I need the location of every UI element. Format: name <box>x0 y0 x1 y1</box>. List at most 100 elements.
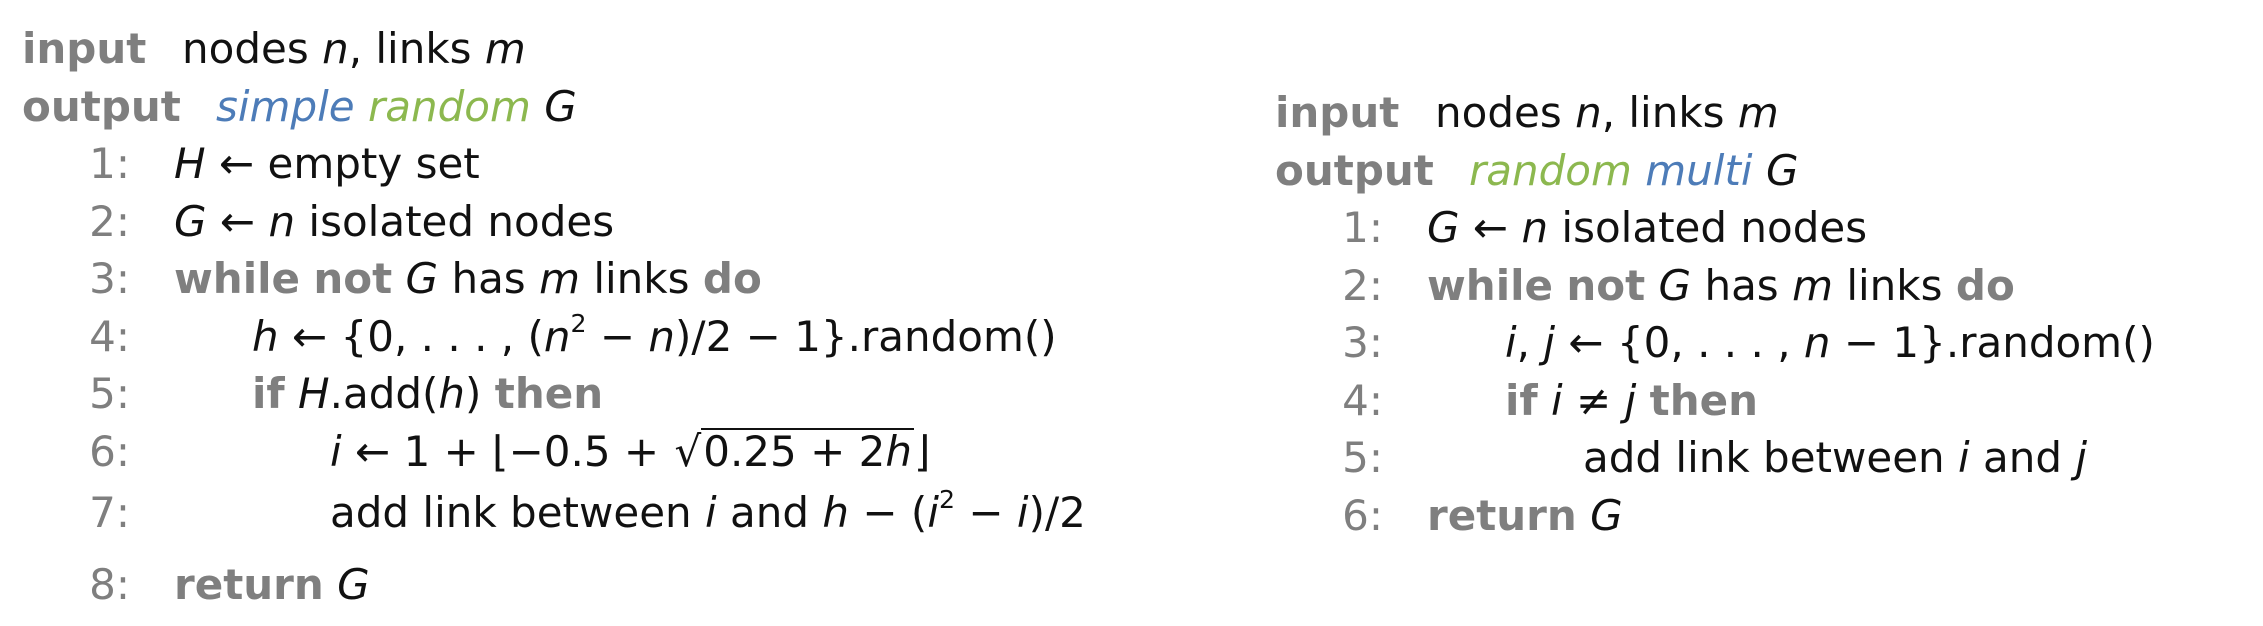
code-line: 1: G ← n isolated nodes <box>1275 199 1867 257</box>
code-text: G ← n isolated nodes <box>174 193 614 251</box>
input-keyword: input <box>1275 88 1400 137</box>
code-tail: )/2 <box>1028 488 1086 537</box>
code-text: i, j ← {0, . . . , n − 1}.random() <box>1505 314 2155 372</box>
line-number: 2: <box>1342 260 1383 310</box>
input-keyword: input <box>22 24 147 73</box>
var-G: G <box>337 559 370 609</box>
line-number: 5: <box>1342 433 1383 482</box>
line-number: 3: <box>1342 318 1383 367</box>
code-text: H ← empty set <box>174 135 480 193</box>
var-n: n <box>268 196 296 246</box>
input-links-text: , links <box>1601 88 1725 137</box>
line-number: 7: <box>89 488 130 537</box>
code-line: 3: i, j ← {0, . . . , n − 1}.random() <box>1275 314 2155 372</box>
code-line: 4: h ← {0, . . . , (n2 − n)/2 − 1}.rando… <box>22 308 1057 366</box>
var-i: i <box>1958 433 1970 482</box>
output-multi: multi <box>1645 145 1753 195</box>
do-keyword: do <box>1955 260 2015 310</box>
code-rest: isolated nodes <box>1548 203 1868 252</box>
line-number: 1: <box>89 139 130 188</box>
code-set-close: − 1}.random() <box>1830 318 2155 367</box>
while-keyword: while <box>174 254 300 303</box>
code-text-has: has <box>1704 260 1779 310</box>
not-keyword: not <box>313 254 393 303</box>
output-random: random <box>1469 145 1632 195</box>
var-n: n <box>543 311 571 361</box>
var-G: G <box>1765 145 1799 195</box>
then-keyword: then <box>494 369 604 418</box>
var-G: G <box>1658 260 1692 310</box>
return-keyword: return <box>174 559 324 609</box>
code-text: h ← {0, . . . , (n2 − n)/2 − 1}.random() <box>252 308 1057 366</box>
not-equal: ≠ <box>1562 375 1625 425</box>
code-text-links: links <box>1846 260 1943 310</box>
code-line: 6: i ← 1 + ⌊−0.5 + √0.25 + 2h⌋ <box>22 423 930 481</box>
code-set-open: ← {0, . . . , <box>1555 318 1804 367</box>
code-text-links: links <box>593 254 690 303</box>
code-and: and <box>1969 433 2076 482</box>
minus: − <box>955 488 1017 537</box>
assign-arrow: ← <box>1459 203 1522 252</box>
output-simple: simple <box>216 81 355 131</box>
code-line: 3: while not G has m links do <box>22 250 762 308</box>
exponent: 2 <box>938 485 956 515</box>
code-text: while not G has m links do <box>1427 257 2015 315</box>
output-keyword: output <box>1275 145 1434 195</box>
code-set-close: )/2 − 1}.random() <box>675 311 1057 361</box>
code-text: i ← 1 + ⌊−0.5 + √0.25 + 2h⌋ <box>330 423 930 481</box>
sqrt-argument: 0.25 + 2h <box>701 426 914 476</box>
code-set-open: ← {0, . . . , ( <box>278 311 544 361</box>
var-h: h <box>885 426 912 476</box>
var-G: G <box>174 196 207 246</box>
var-j: j <box>1624 375 1637 425</box>
comma: , <box>1516 318 1544 367</box>
code-floor-open: ← 1 + ⌊−0.5 + <box>341 426 673 476</box>
var-j: j <box>1543 318 1556 367</box>
sqrt-symbol: √ <box>674 426 702 476</box>
line-number: 1: <box>1342 203 1383 252</box>
code-rest: isolated nodes <box>295 196 615 246</box>
output-keyword: output <box>22 81 181 131</box>
code-text: G ← n isolated nodes <box>1427 199 1867 257</box>
var-G: G <box>544 81 577 131</box>
code-text: return G <box>174 556 370 614</box>
if-keyword: if <box>1505 375 1538 425</box>
var-m: m <box>1737 88 1779 137</box>
var-n: n <box>1575 88 1602 137</box>
var-n: n <box>1803 318 1831 367</box>
var-i: i <box>330 426 342 476</box>
var-n: n <box>648 311 676 361</box>
line-number: 5: <box>89 369 130 418</box>
code-text: while not G has m links do <box>174 250 762 308</box>
do-keyword: do <box>702 254 762 303</box>
code-line: 2: G ← n isolated nodes <box>22 193 614 251</box>
assign-arrow: ← <box>205 139 268 188</box>
code-and: and <box>716 488 823 537</box>
var-m: m <box>1792 260 1833 310</box>
code-line: 7: add link between i and h − (i2 − i)/2 <box>22 484 1086 542</box>
code-text: add link between i and j <box>1583 429 2087 487</box>
code-line: 5: add link between i and j <box>1275 429 2087 487</box>
var-n: n <box>322 24 349 73</box>
var-h: h <box>252 311 279 361</box>
algo-output-row: output random multi G <box>1275 142 1799 200</box>
var-G: G <box>405 254 439 303</box>
code-add-link: add link between <box>1583 433 1959 482</box>
var-H: H <box>174 139 206 188</box>
algo-input-row: input nodes n, links m <box>22 20 577 78</box>
assign-arrow: ← <box>206 196 269 246</box>
line-number: 3: <box>89 254 130 303</box>
minus-paren: − ( <box>849 488 928 537</box>
algo-input-row: input nodes n, links m <box>1275 84 1799 142</box>
var-j: j <box>2075 433 2088 482</box>
var-i: i <box>705 488 717 537</box>
code-line: 4: if i ≠ j then <box>1275 372 1799 430</box>
line-number: 6: <box>89 426 130 476</box>
code-line: 1: H ← empty set <box>22 135 577 193</box>
floor-close: ⌋ <box>913 426 931 476</box>
var-H: H <box>298 369 330 418</box>
var-i: i <box>1505 318 1517 367</box>
output-random: random <box>368 81 531 131</box>
code-add-link: add link between <box>330 488 706 537</box>
not-keyword: not <box>1566 260 1646 310</box>
